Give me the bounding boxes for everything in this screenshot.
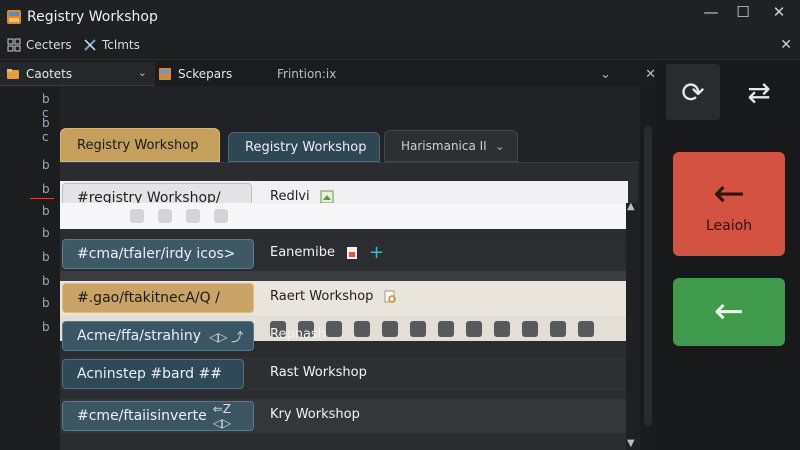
row-separator xyxy=(60,271,628,281)
gutter-line: b xyxy=(42,204,50,218)
placeholder-cell xyxy=(130,209,144,223)
document-icon xyxy=(346,246,357,259)
refresh-button[interactable]: ⟳ xyxy=(666,64,720,120)
tab-registry-workshop-1[interactable]: Registry Workshop xyxy=(60,128,220,162)
maximize-button[interactable]: ☐ xyxy=(726,0,760,24)
registry-list-panel: #registry Workshop/ Redlvi #cma/tfaler/i… xyxy=(60,162,638,450)
swap-icon: ⇄ xyxy=(747,75,771,109)
registry-path: Acme/ffa/strahiny ◁▷ ⤴ xyxy=(62,321,254,351)
back-button-red[interactable]: ← Leaioh xyxy=(673,152,785,256)
path-text: Acme/ffa/strahiny xyxy=(77,328,201,344)
row-value: Raert Workshop xyxy=(270,289,397,304)
menu-item-label: Cecters xyxy=(26,38,72,52)
tab-label: Harismanica II xyxy=(401,139,487,153)
placeholder-cell xyxy=(186,209,200,223)
registry-path: #.gao/ftakitnecA/Q / xyxy=(62,283,254,313)
gutter-line: b xyxy=(42,158,50,172)
path-text: #cme/ftaiisinverte xyxy=(77,408,207,424)
row-value: Redlvi xyxy=(270,189,334,204)
tab-label: Registry Workshop xyxy=(245,139,367,155)
row-separator xyxy=(60,203,628,229)
registry-path: Acninstep #bard ## xyxy=(62,359,244,389)
add-icon[interactable]: + xyxy=(369,243,384,261)
row-value-label: Redlvi xyxy=(270,189,310,204)
settings-file-icon xyxy=(159,68,171,80)
row-value: Rast Workshop xyxy=(270,365,367,380)
tab-dropdown-button[interactable]: ⌄ xyxy=(600,67,611,82)
tab-close-button[interactable]: ✕ xyxy=(645,67,656,82)
nav-glyphs[interactable]: ◁▷ ⤴ xyxy=(209,328,243,345)
editor-scrollbar[interactable] xyxy=(641,86,655,450)
registry-app-icon xyxy=(7,10,21,24)
row-value-label: Kry Workshop xyxy=(270,407,360,422)
arrow-left-icon: ← xyxy=(713,291,745,332)
registry-path: #cma/tfaler/irdy icos> xyxy=(62,239,254,269)
red-button-label: Leaioh xyxy=(705,218,753,234)
gutter-line: b c xyxy=(42,116,50,144)
back-button-green[interactable]: ← xyxy=(673,278,785,346)
line-gutter: b c b c b b b b b b b b xyxy=(0,86,60,450)
list-item[interactable]: #cme/ftaiisinverte ⇐Z ◁▷ Kry Workshop xyxy=(60,399,628,433)
menu-close-button[interactable]: ✕ xyxy=(780,37,792,53)
title-bar: Registry Workshop — ☐ ✕ xyxy=(0,0,800,34)
right-action-panel: ⟳ ⇄ ← Leaioh ← xyxy=(656,60,800,450)
row-value: Eanemibe + xyxy=(270,243,384,261)
tab-harismanica[interactable]: Harismanica II ⌄ xyxy=(384,130,518,162)
gutter-line: b xyxy=(42,296,50,310)
gutter-line: b xyxy=(42,274,50,288)
nav-glyphs[interactable]: ⇐Z ◁▷ xyxy=(213,402,253,430)
swap-button[interactable]: ⇄ xyxy=(732,64,786,120)
scrollbar-thumb[interactable] xyxy=(644,126,652,426)
grid-icon xyxy=(7,38,21,52)
gutter-divider xyxy=(30,198,54,199)
tab-controls: ⌄ ✕ xyxy=(600,62,656,86)
menu-item-tclmts[interactable]: Tclmts xyxy=(83,38,140,52)
window-title: Registry Workshop xyxy=(27,9,158,25)
refresh-icon: ⟳ xyxy=(681,75,705,109)
tab-label: Registry Workshop xyxy=(77,137,199,153)
gutter-line: b xyxy=(42,226,50,240)
list-item[interactable]: #.gao/ftakitnecA/Q / Raert Workshop xyxy=(60,281,628,315)
arrow-left-icon: ← xyxy=(713,171,745,215)
scroll-up-icon[interactable]: ▲ xyxy=(627,201,635,212)
tab-dropdown-icon[interactable]: ⌄ xyxy=(495,139,505,153)
tab-label: Sckepars xyxy=(178,67,233,81)
row-value-label: Repnash xyxy=(270,327,326,342)
row-value: Repnash xyxy=(270,327,326,342)
menu-item-label: Tclmts xyxy=(102,38,140,52)
dropdown-label: Caotets xyxy=(26,66,73,81)
scroll-down-icon[interactable]: ▼ xyxy=(627,438,635,449)
list-item[interactable]: Acme/ffa/strahiny ◁▷ ⤴ Repnash xyxy=(60,319,628,353)
tab-registry-workshop-2[interactable]: Registry Workshop xyxy=(228,132,380,162)
registry-path: #cme/ftaiisinverte ⇐Z ◁▷ xyxy=(62,401,254,431)
row-value-label: Rast Workshop xyxy=(270,365,367,380)
list-item[interactable]: #cma/tfaler/irdy icos> Eanemibe + xyxy=(60,237,628,271)
row-value: Kry Workshop xyxy=(270,407,360,422)
menu-bar: Cecters Tclmts ✕ xyxy=(0,34,800,60)
file-search-icon xyxy=(384,290,397,303)
placeholder-cell xyxy=(158,209,172,223)
gutter-line: b xyxy=(42,320,50,334)
panel-scrollbar[interactable]: ▲ ▼ xyxy=(626,201,638,450)
edit-image-icon xyxy=(320,190,334,203)
contexts-dropdown[interactable]: Caotets ⌄ xyxy=(0,62,155,86)
menu-item-cecters[interactable]: Cecters xyxy=(7,38,72,52)
tools-icon xyxy=(84,39,96,51)
row-value-label: Raert Workshop xyxy=(270,289,374,304)
minimize-button[interactable]: — xyxy=(694,0,728,24)
tab-frintion[interactable]: Frintion:ix xyxy=(277,62,336,86)
close-window-button[interactable]: ✕ xyxy=(762,0,796,24)
folder-icon xyxy=(7,69,19,79)
gutter-line: b xyxy=(42,182,50,196)
row-value-label: Eanemibe xyxy=(270,245,335,260)
list-item[interactable]: Acninstep #bard ## Rast Workshop xyxy=(60,357,628,391)
placeholder-cell xyxy=(214,209,228,223)
chevron-down-icon: ⌄ xyxy=(137,66,147,79)
gutter-line: b xyxy=(42,250,50,264)
